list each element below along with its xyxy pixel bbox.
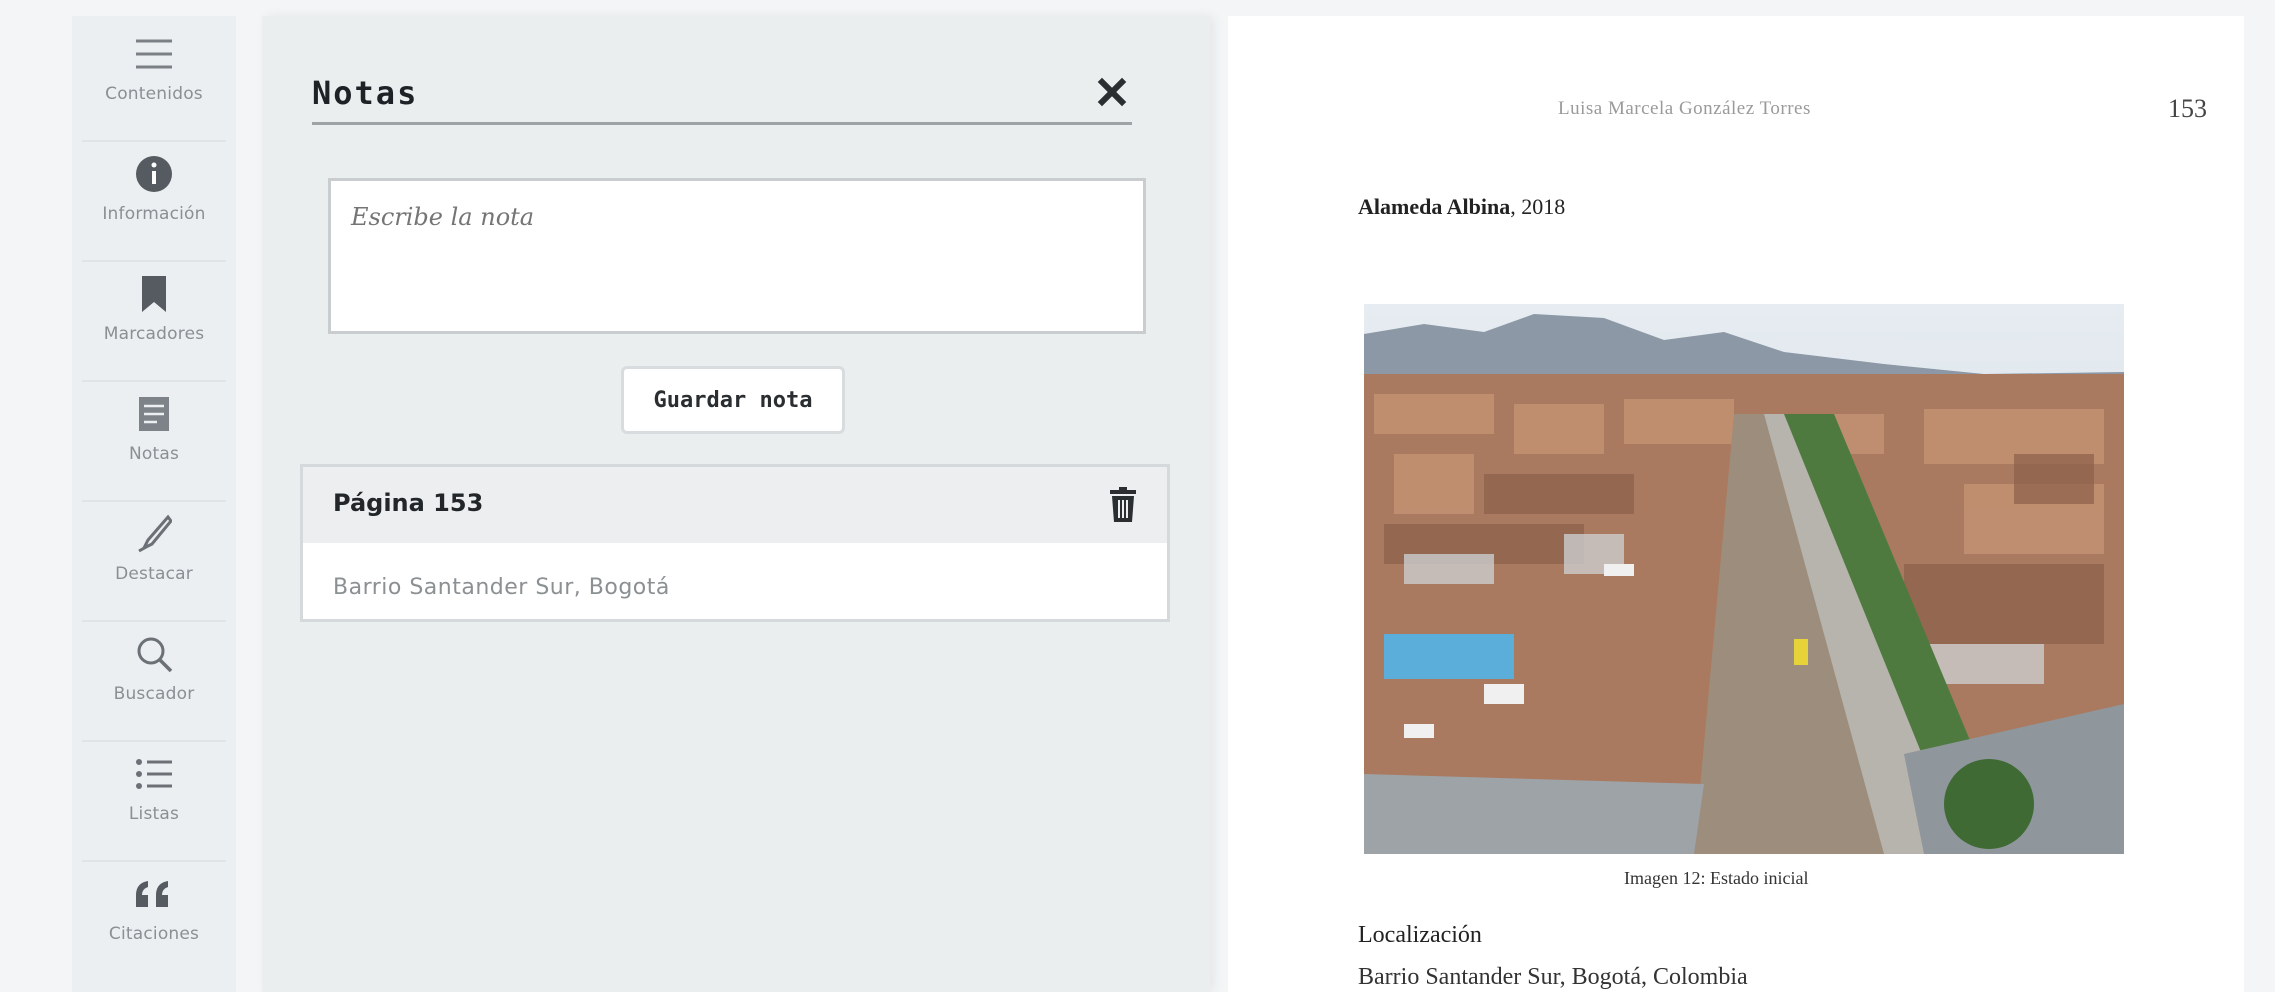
notes-icon bbox=[134, 394, 174, 434]
toolbar-label: Información bbox=[102, 204, 206, 224]
heading-year: , 2018 bbox=[1510, 194, 1566, 219]
toolbar-label: Listas bbox=[128, 804, 180, 824]
saved-note-text[interactable]: Barrio Santander Sur, Bogotá bbox=[333, 575, 670, 600]
notes-header: Notas bbox=[312, 52, 1132, 125]
toolbar-item-citaciones[interactable]: Citaciones bbox=[82, 862, 226, 980]
toolbar-label: Buscador bbox=[113, 684, 195, 704]
note-input[interactable] bbox=[328, 178, 1146, 334]
toolbar-item-destacar[interactable]: Destacar bbox=[82, 502, 226, 622]
saved-note-card: Página 153 Barrio Santander Sur, Bogotá bbox=[300, 464, 1170, 622]
toolbar-item-buscador[interactable]: Buscador bbox=[82, 622, 226, 742]
location-label: Localización bbox=[1358, 922, 1482, 948]
toolbar-label: Notas bbox=[128, 444, 180, 464]
quote-icon bbox=[134, 874, 174, 914]
saved-note-page: Página 153 bbox=[333, 489, 484, 517]
delete-note-button[interactable] bbox=[1109, 487, 1139, 525]
notes-panel: Notas Guardar nota Página 153 Barrio San… bbox=[262, 16, 1210, 992]
toolbar-item-informacion[interactable]: Información bbox=[82, 142, 226, 262]
search-icon bbox=[134, 634, 174, 674]
location-value: Barrio Santander Sur, Bogotá, Colombia bbox=[1358, 964, 1748, 990]
toolbar-label: Citaciones bbox=[108, 924, 200, 944]
figure-caption: Imagen 12: Estado inicial bbox=[1624, 868, 1809, 888]
toolbar-label: Marcadores bbox=[103, 324, 205, 344]
section-heading: Alameda Albina, 2018 bbox=[1358, 194, 1565, 220]
document-page: Luisa Marcela González Torres 153 Alamed… bbox=[1228, 16, 2244, 992]
reader-toolbar: Contenidos Información Marcadores Notas … bbox=[72, 16, 236, 992]
list-icon bbox=[134, 754, 174, 794]
toolbar-label: Contenidos bbox=[105, 84, 203, 104]
toolbar-item-listas[interactable]: Listas bbox=[82, 742, 226, 862]
toolbar-item-contenidos[interactable]: Contenidos bbox=[82, 22, 226, 142]
trash-icon bbox=[1110, 487, 1136, 522]
contents-icon bbox=[134, 34, 174, 74]
running-head: Luisa Marcela González Torres bbox=[1558, 98, 1811, 119]
page-number: 153 bbox=[2168, 94, 2207, 123]
close-notes-button[interactable] bbox=[1092, 72, 1132, 112]
heading-bold: Alameda Albina bbox=[1358, 194, 1511, 219]
notes-title: Notas bbox=[312, 74, 419, 112]
saved-note-header: Página 153 bbox=[303, 467, 1167, 543]
toolbar-label: Destacar bbox=[115, 564, 193, 584]
toolbar-item-notas[interactable]: Notas bbox=[82, 382, 226, 502]
bookmark-icon bbox=[134, 274, 174, 314]
info-icon bbox=[134, 154, 174, 194]
aerial-photo bbox=[1364, 304, 2124, 854]
toolbar-item-marcadores[interactable]: Marcadores bbox=[82, 262, 226, 382]
highlighter-icon bbox=[134, 514, 174, 554]
save-note-button[interactable]: Guardar nota bbox=[621, 366, 845, 434]
close-icon bbox=[1097, 77, 1127, 107]
